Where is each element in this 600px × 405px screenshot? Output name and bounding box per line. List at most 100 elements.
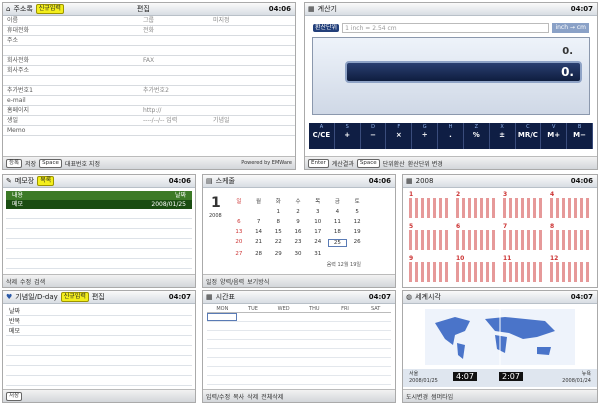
form-row[interactable]: 회사주소 [3,66,295,76]
delete-label[interactable]: 삭제 [247,392,258,401]
form-row[interactable]: 휴대전화 전화 [3,26,295,36]
day-cell[interactable]: 28 [249,251,269,257]
month-block[interactable]: 4 [550,191,590,218]
day-cell[interactable]: 5 [347,209,367,215]
space-key[interactable]: Space [356,158,380,168]
day-cell[interactable]: 8 [268,219,288,225]
day-cell[interactable]: 29 [268,251,288,257]
calc-key[interactable]: X ± [490,123,516,149]
month-block[interactable]: 12 [550,255,590,282]
month-block[interactable]: 9 [409,255,449,282]
day-cell[interactable]: 2 [288,209,308,215]
day-cell[interactable]: 20 [229,239,249,247]
calc-key[interactable]: B M− [567,123,593,149]
day-cell[interactable]: 24 [308,239,328,247]
repeat-row[interactable]: 반복 [6,316,192,326]
day-cell[interactable]: 13 [229,229,249,235]
day-cell[interactable]: 10 [308,219,328,225]
day-cell[interactable]: 15 [268,229,288,235]
memo-row-selected[interactable]: 메모 2008/01/25 [6,200,192,209]
day-cell[interactable]: 18 [328,229,348,235]
form-row[interactable]: 추가번호1 추가번호2 [3,86,295,96]
day-cell[interactable]: 19 [347,229,367,235]
calc-key[interactable]: V M+ [541,123,568,149]
form-row[interactable] [3,76,295,86]
month-block[interactable]: 8 [550,223,590,250]
unit-convert-select[interactable]: inch → cm [552,23,589,33]
day-cell[interactable]: 30 [288,251,308,257]
day-cell[interactable]: 22 [268,239,288,247]
day-cell[interactable]: 21 [249,239,269,247]
calc-key[interactable]: A C/CE [309,123,335,149]
date-row[interactable]: 날짜 [6,306,192,316]
space-key[interactable]: Space [39,158,62,168]
month-block[interactable]: 7 [503,223,543,250]
day-cell[interactable]: 11 [328,219,348,225]
day-cell[interactable]: 25 [327,239,348,247]
delete-label[interactable]: 삭제 [6,277,17,286]
memo-row[interactable]: 메모 [6,326,192,336]
day-cell[interactable]: 12 [347,219,367,225]
month-block[interactable]: 10 [456,255,496,282]
change-city-label[interactable]: 도시변경 [406,392,428,401]
new-entry-badge[interactable]: 신규입력 [35,4,64,14]
day-cell[interactable]: 7 [249,219,269,225]
selected-cell[interactable] [207,313,237,321]
form-row[interactable]: e-mail [3,96,295,106]
month-block[interactable]: 5 [409,223,449,250]
form-row[interactable]: 생일 ----/--/-- 입력 기념일 [3,116,295,126]
form-row[interactable] [3,46,295,56]
day-cell[interactable] [229,209,249,215]
day-cell[interactable]: 6 [229,219,249,225]
month-block[interactable]: 1 [409,191,449,218]
calc-key[interactable]: G ÷ [412,123,439,149]
summer-time-label[interactable]: 썸머타임 [431,392,453,401]
month-block[interactable]: 3 [503,191,543,218]
day-cell[interactable]: 1 [268,209,288,215]
calc-key[interactable]: F × [386,123,413,149]
calc-key[interactable]: C MR/C [516,123,542,149]
form-row[interactable]: 주소 [3,36,295,46]
calc-key[interactable]: S + [335,123,361,149]
day-cell[interactable]: 23 [288,239,308,247]
day-cell[interactable]: 3 [308,209,328,215]
day-cell[interactable]: 27 [229,251,249,257]
day-cell[interactable]: 14 [249,229,269,235]
key-symbol: MR/C [517,131,538,139]
day-cell[interactable]: 16 [288,229,308,235]
timetable-grid[interactable] [207,313,391,385]
day-cell[interactable] [347,251,367,257]
form-row[interactable]: 회사전화 FAX [3,56,295,66]
day-cell[interactable]: 26 [347,239,367,247]
edit-label[interactable]: 수정 [20,277,31,286]
day-cell[interactable]: 31 [308,251,328,257]
change-unit-label: 환산단위 변경 [407,160,443,168]
form-row[interactable]: 홈페이지 http:// [3,106,295,116]
calc-key[interactable]: Z% [464,123,490,149]
delete-all-label[interactable]: 전체삭제 [261,392,283,401]
clock: 04:06 [368,177,391,185]
day-cell[interactable] [249,209,269,215]
form-row[interactable]: 이름 그룹 미지정 [3,16,295,26]
event-label[interactable]: 일정 [206,277,217,286]
month-block[interactable]: 2 [456,191,496,218]
new-entry-badge[interactable]: 신규입력 [60,292,89,302]
day-cell[interactable]: 9 [288,219,308,225]
register-key[interactable]: 등록 [6,158,23,168]
enter-key[interactable]: Enter [308,158,329,168]
month-block[interactable]: 6 [456,223,496,250]
day-cell[interactable] [328,251,348,257]
search-label[interactable]: 검색 [34,277,45,286]
day-cell[interactable]: 4 [328,209,348,215]
view-label[interactable]: 보기방식 [247,277,269,286]
unit-field[interactable]: 1 inch = 2.54 cm [342,23,550,33]
register-key[interactable]: 저장 [6,391,23,401]
calc-key[interactable]: D − [361,123,387,149]
edit-label[interactable]: 입력/수정 [206,392,230,401]
form-row[interactable]: Memo [3,126,295,136]
day-cell[interactable]: 17 [308,229,328,235]
copy-label[interactable]: 복사 [233,392,244,401]
month-block[interactable]: 11 [503,255,543,282]
calc-key[interactable]: H. [438,123,464,149]
lunar-label[interactable]: 양력/음력 [220,277,244,286]
